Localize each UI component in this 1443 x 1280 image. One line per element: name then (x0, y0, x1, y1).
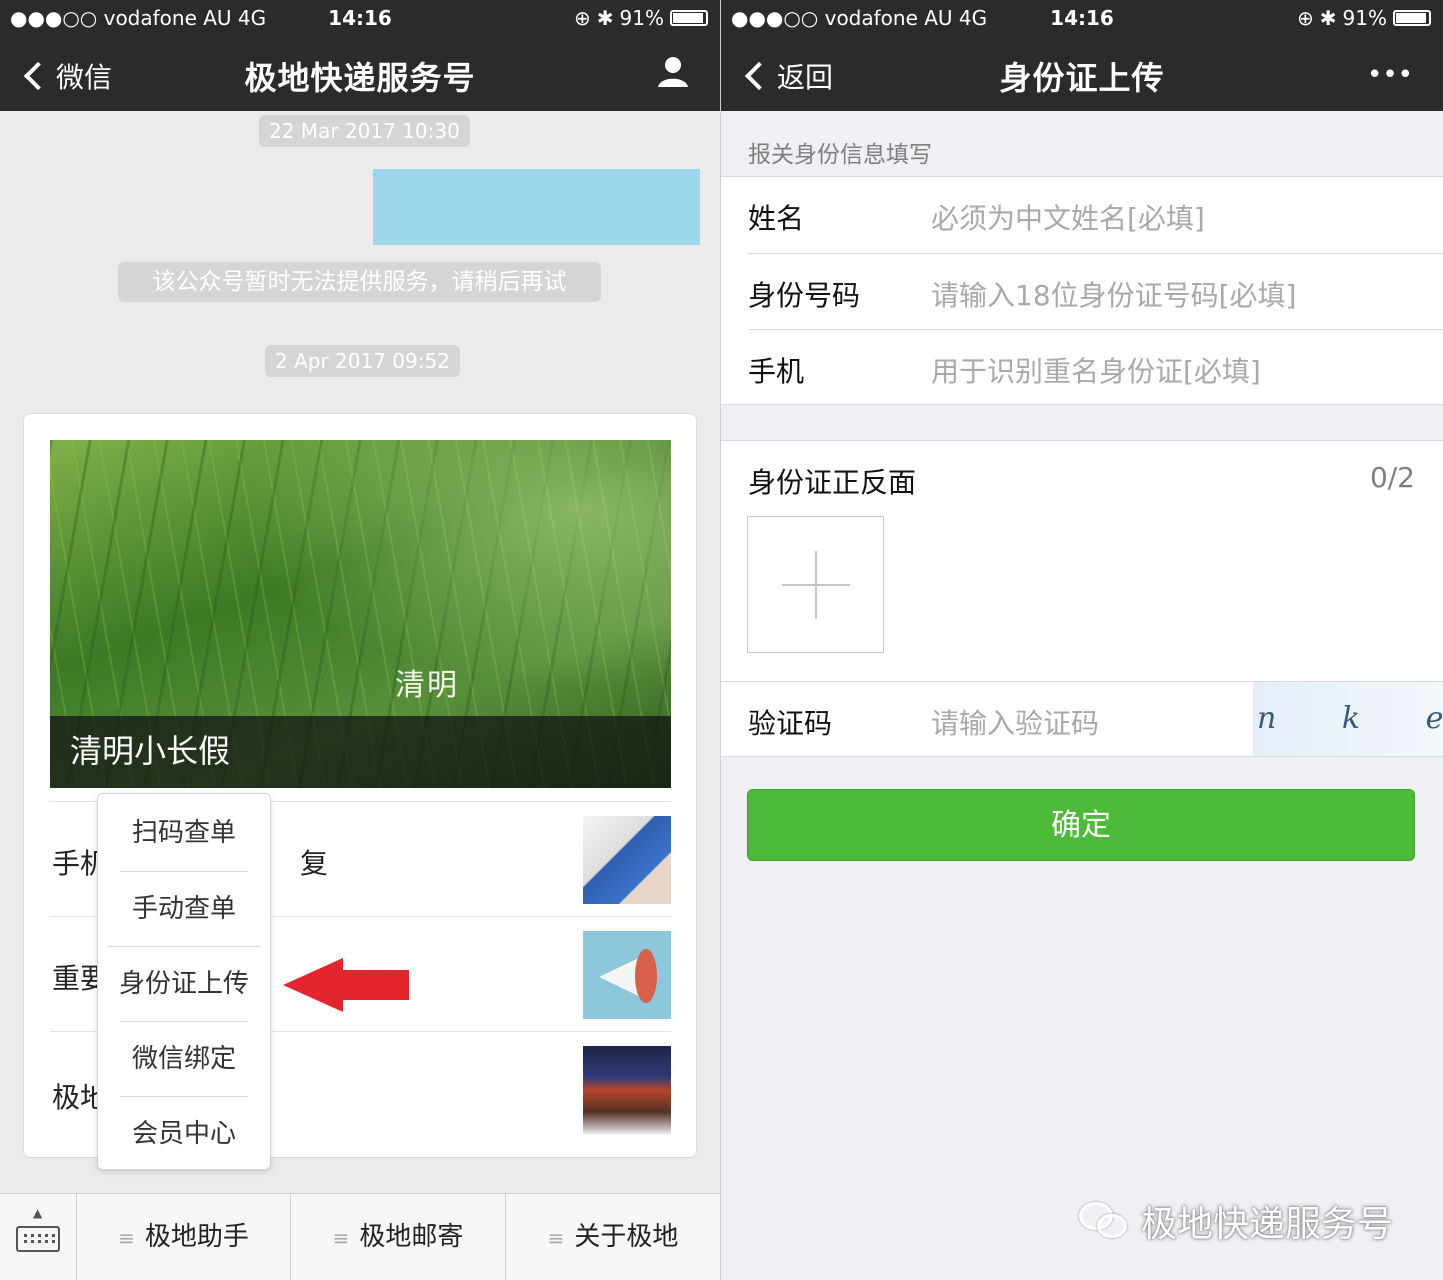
captcha-image[interactable]: n k e w (1253, 682, 1443, 756)
menu-lines-icon: ≡ (118, 1226, 135, 1250)
chevron-up-icon: ▲ (33, 1206, 43, 1220)
add-photo-button[interactable] (747, 516, 884, 653)
upload-title: 身份证正反面 (748, 466, 917, 499)
person-icon (658, 57, 688, 87)
watermark: 极地快递服务号 (1079, 1195, 1393, 1247)
nav-bar: 返回 身份证上传 ••• (721, 36, 1443, 111)
more-options-icon[interactable]: ••• (1367, 60, 1413, 90)
field-label: 身份号码 (748, 279, 861, 312)
hero-caption: 清明小长假 (70, 732, 231, 770)
status-right: ⊕ ✱ 91% (1297, 6, 1431, 30)
phone-field[interactable]: 手机 用于识别重名身份证[必填] (748, 329, 1443, 405)
field-label: 姓名 (748, 202, 805, 235)
megaphone-thumbnail (583, 931, 671, 1019)
upload-count: 0/2 (1369, 461, 1415, 494)
page-title: 极地快递服务号 (244, 59, 476, 97)
id-info-form: 姓名 必须为中文姓名[必填] 身份号码 请输入18位身份证号码[必填] 手机 用… (721, 176, 1443, 405)
watermark-text: 极地快递服务号 (1141, 1204, 1394, 1245)
battery-percent: 91% (619, 6, 664, 30)
system-message: 该公众号暂时无法提供服务，请稍后再试 (118, 262, 601, 302)
tab-label: 极地助手 (144, 1222, 249, 1252)
tab-about[interactable]: ≡ 关于极地 (506, 1194, 720, 1280)
status-bar: ●●●○○ vodafone AU 4G 14:16 ⊕ ✱ 91% (0, 0, 720, 36)
article-thumbnail (583, 816, 671, 904)
menu-popup: 扫码查单 手动查单 身份证上传 微信绑定 会员中心 (97, 793, 271, 1170)
name-input[interactable]: 必须为中文姓名[必填] (931, 197, 1205, 237)
id-number-input[interactable]: 请输入18位身份证号码[必填] (931, 274, 1296, 314)
rotation-lock-icon: ⊕ (1297, 6, 1314, 30)
rotation-lock-icon: ⊕ (574, 6, 591, 30)
article-hero[interactable]: 清明 清明小长假 (50, 440, 671, 788)
article-thumbnail (583, 1046, 671, 1134)
name-field[interactable]: 姓名 必须为中文姓名[必填] (748, 177, 1443, 253)
profile-button[interactable] (656, 54, 690, 96)
captcha-field[interactable]: 验证码 请输入验证码 n k e w (721, 681, 1443, 757)
keyboard-icon (16, 1226, 60, 1252)
menu-lines-icon: ≡ (547, 1226, 565, 1250)
battery-percent: 91% (1342, 6, 1387, 30)
red-arrow-icon (283, 958, 409, 1012)
outgoing-message-bubble[interactable] (373, 169, 700, 245)
menu-tabbar: ▲ ≡ 极地助手 ≡ 极地邮寄 ≡ 关于极地 (0, 1193, 720, 1280)
bluetooth-icon: ✱ (1319, 6, 1337, 30)
menu-item-manual-order[interactable]: 手动查单 (120, 871, 248, 946)
battery-icon (1393, 10, 1431, 26)
keyboard-toggle[interactable]: ▲ (0, 1194, 77, 1280)
section-header: 报关身份信息填写 (748, 142, 932, 168)
phone-input[interactable]: 用于识别重名身份证[必填] (931, 350, 1261, 390)
menu-item-member-center[interactable]: 会员中心 (120, 1096, 248, 1171)
right-screen: ●●●○○ vodafone AU 4G 14:16 ⊕ ✱ 91% 返回 身份… (721, 0, 1443, 1280)
menu-item-id-upload[interactable]: 身份证上传 (108, 946, 260, 1021)
page-title: 身份证上传 (999, 59, 1165, 97)
tab-label: 极地邮寄 (359, 1222, 464, 1252)
captcha-input[interactable]: 请输入验证码 (931, 702, 1099, 742)
timestamp: 22 Mar 2017 10:30 (259, 115, 470, 147)
timestamp: 2 Apr 2017 09:52 (265, 345, 460, 377)
menu-item-scan-order[interactable]: 扫码查单 (120, 796, 248, 871)
left-screen: ●●●○○ vodafone AU 4G 14:16 ⊕ ✱ 91% 微信 极地… (0, 0, 720, 1280)
status-bar: ●●●○○ vodafone AU 4G 14:16 ⊕ ✱ 91% (721, 0, 1443, 36)
status-right: ⊕ ✱ 91% (574, 6, 708, 30)
hero-seal-text: 清明 (395, 668, 459, 703)
confirm-button[interactable]: 确定 (747, 789, 1415, 861)
field-label: 验证码 (748, 707, 833, 740)
battery-icon (670, 10, 708, 26)
field-label: 手机 (748, 355, 805, 388)
bluetooth-icon: ✱ (596, 6, 614, 30)
tab-assistant[interactable]: ≡ 极地助手 (77, 1194, 291, 1280)
wechat-logo-icon (1079, 1200, 1131, 1242)
id-number-field[interactable]: 身份号码 请输入18位身份证号码[必填] (748, 253, 1443, 329)
menu-lines-icon: ≡ (332, 1226, 350, 1250)
tab-mail[interactable]: ≡ 极地邮寄 (291, 1194, 506, 1280)
menu-item-wechat-bind[interactable]: 微信绑定 (120, 1021, 248, 1096)
tab-label: 关于极地 (574, 1222, 679, 1252)
article-title-tail: 复 (300, 847, 329, 880)
nav-bar: 微信 极地快递服务号 (0, 36, 720, 111)
